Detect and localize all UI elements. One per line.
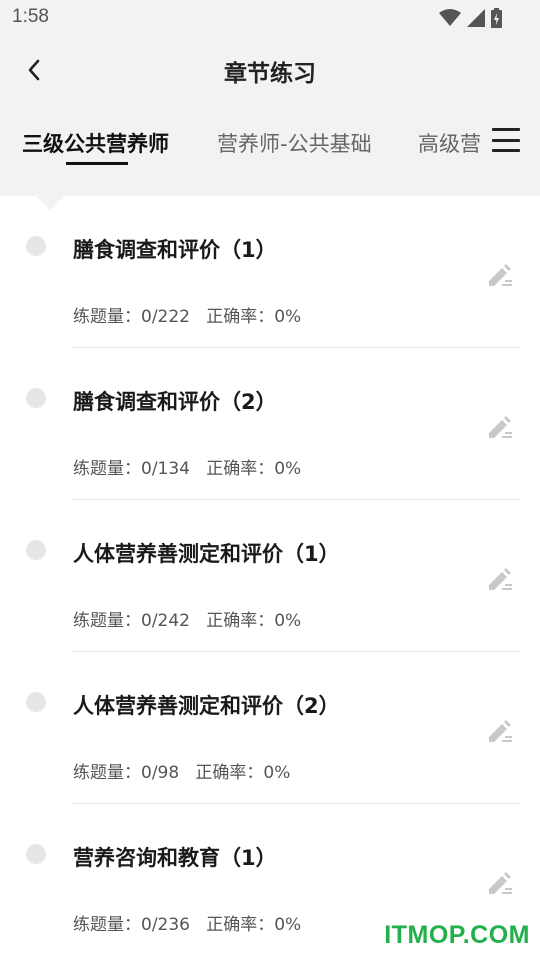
pencil-edit-icon[interactable] (486, 718, 514, 746)
watermark-logo: ITMOP.COM (384, 921, 530, 949)
chapter-item[interactable]: 膳食调查和评价（1） 练题量：0/222 正确率：0% (0, 196, 540, 348)
accuracy-label: 正确率： (206, 307, 275, 327)
accuracy-value: 0% (274, 459, 302, 479)
count-value: 0/222 (141, 307, 190, 327)
count-value: 0/242 (141, 611, 190, 631)
status-icons (439, 8, 502, 28)
chapter-stats: 练题量：0/242 正确率：0% (73, 606, 301, 631)
chapter-list: 膳食调查和评价（1） 练题量：0/222 正确率：0% 膳食调查和评价（2） 练… (0, 196, 540, 956)
battery-icon (491, 8, 502, 28)
accuracy-value: 0% (274, 307, 302, 327)
progress-dot (26, 388, 46, 408)
count-label: 练题量： (73, 915, 141, 935)
chapter-item[interactable]: 人体营养善测定和评价（1） 练题量：0/242 正确率：0% (0, 500, 540, 652)
tab-nutritionist-basics[interactable]: 营养师-公共基础 (217, 128, 372, 158)
chapter-title: 膳食调查和评价（2） (73, 390, 277, 414)
count-label: 练题量： (73, 763, 141, 783)
accuracy-value: 0% (274, 915, 302, 935)
count-label: 练题量： (73, 459, 141, 479)
accuracy-label: 正确率： (206, 459, 275, 479)
chapter-stats: 练题量：0/236 正确率：0% (73, 910, 301, 935)
count-value: 0/236 (141, 915, 190, 935)
count-label: 练题量： (73, 307, 141, 327)
tab-senior-nutritionist[interactable]: 高级营养师 (418, 128, 480, 158)
accuracy-value: 0% (263, 763, 291, 783)
count-label: 练题量： (73, 611, 141, 631)
progress-dot (26, 540, 46, 560)
header: 章节练习 三级公共营养师 营养师-公共基础 高级营养师 (0, 36, 540, 196)
count-value: 0/98 (141, 763, 180, 783)
chapter-item[interactable]: 膳食调查和评价（2） 练题量：0/134 正确率：0% (0, 348, 540, 500)
tab-bar: 三级公共营养师 营养师-公共基础 高级营养师 (0, 124, 480, 174)
chapter-title: 人体营养善测定和评价（2） (73, 694, 340, 718)
count-value: 0/134 (141, 459, 190, 479)
wifi-icon (439, 9, 461, 26)
accuracy-value: 0% (274, 611, 302, 631)
accuracy-label: 正确率： (206, 611, 275, 631)
chapter-stats: 练题量：0/222 正确率：0% (73, 302, 301, 327)
pencil-edit-icon[interactable] (486, 262, 514, 290)
page-title: 章节练习 (224, 61, 316, 87)
progress-dot (26, 844, 46, 864)
chapter-title: 膳食调查和评价（1） (73, 238, 277, 262)
tab-third-level-nutritionist[interactable]: 三级公共营养师 (22, 128, 169, 158)
hamburger-menu-icon (492, 128, 520, 131)
pencil-edit-icon[interactable] (486, 414, 514, 442)
progress-dot (26, 692, 46, 712)
accuracy-label: 正确率： (195, 763, 264, 783)
menu-button[interactable] (492, 126, 520, 154)
active-tab-indicator (66, 162, 128, 165)
pencil-edit-icon[interactable] (486, 870, 514, 898)
accuracy-label: 正确率： (206, 915, 275, 935)
signal-icon (467, 9, 485, 27)
pencil-edit-icon[interactable] (486, 566, 514, 594)
chapter-title: 人体营养善测定和评价（1） (73, 542, 340, 566)
chapter-item[interactable]: 人体营养善测定和评价（2） 练题量：0/98 正确率：0% (0, 652, 540, 804)
status-bar: 1:58 (0, 0, 540, 36)
chapter-stats: 练题量：0/134 正确率：0% (73, 454, 301, 479)
chapter-stats: 练题量：0/98 正确率：0% (73, 758, 290, 783)
chapter-title: 营养咨询和教育（1） (73, 846, 277, 870)
status-time: 1:58 (12, 6, 49, 27)
progress-dot (26, 236, 46, 256)
